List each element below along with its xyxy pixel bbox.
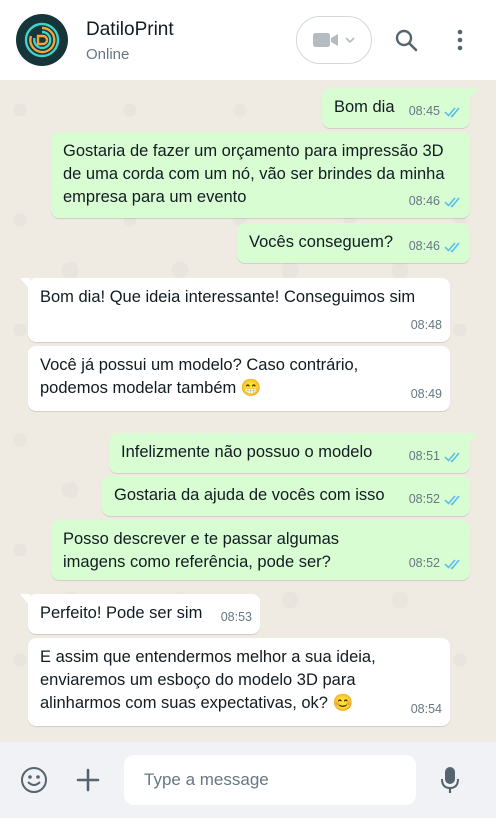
message-time: 08:54 bbox=[410, 702, 442, 716]
read-ticks-icon bbox=[444, 242, 460, 253]
message-time: 08:49 bbox=[410, 387, 442, 401]
video-call-button[interactable] bbox=[296, 16, 372, 64]
bubble-tail bbox=[20, 278, 30, 290]
plus-icon bbox=[76, 768, 100, 792]
fingerprint-logo-icon bbox=[24, 22, 60, 58]
read-ticks-icon bbox=[444, 452, 460, 463]
message-meta: 08:49 bbox=[411, 383, 442, 406]
message-bubble-incoming[interactable]: Bom dia! Que ideia interessante! Consegu… bbox=[20, 278, 450, 342]
message-meta: 08:53 bbox=[221, 606, 252, 629]
message-bubble-outgoing[interactable]: Gostaria da ajuda de vocês com isso 08:5… bbox=[102, 476, 470, 516]
message-time: 08:48 bbox=[410, 318, 442, 332]
read-ticks-icon bbox=[444, 495, 460, 506]
message-bubble-outgoing[interactable]: Infelizmente não possuo o modelo 08:51 bbox=[109, 433, 478, 473]
voice-message-button[interactable] bbox=[430, 760, 470, 800]
message-bubble-incoming[interactable]: Você já possui um modelo? Caso contrário… bbox=[28, 346, 450, 411]
search-icon bbox=[395, 29, 418, 52]
message-text: Bom dia! Que ideia interessante! Consegu… bbox=[40, 288, 416, 306]
contact-status: Online bbox=[86, 45, 130, 63]
message-bubble-outgoing[interactable]: Gostaria de fazer um orçamento para impr… bbox=[51, 132, 470, 218]
read-ticks-icon bbox=[444, 559, 460, 570]
message-time: 08:52 bbox=[408, 492, 440, 506]
bubble-tail bbox=[468, 88, 478, 100]
message-meta: 08:51 bbox=[409, 445, 462, 468]
message-list[interactable]: Bom dia 08:45 Gostaria de fazer um orçam… bbox=[0, 80, 496, 742]
video-camera-icon bbox=[313, 33, 338, 47]
message-text: Vocês conseguem? bbox=[249, 233, 394, 251]
contact-name: DatiloPrint bbox=[86, 18, 174, 40]
message-time: 08:53 bbox=[220, 610, 252, 624]
more-vertical-icon bbox=[457, 29, 463, 51]
microphone-icon bbox=[441, 767, 459, 793]
message-time: 08:52 bbox=[408, 556, 440, 570]
message-text: Infelizmente não possuo o modelo bbox=[121, 443, 373, 461]
message-time: 08:46 bbox=[408, 194, 440, 208]
message-bubble-outgoing[interactable]: Posso descrever e te passar algumas imag… bbox=[51, 520, 470, 580]
message-input[interactable] bbox=[124, 755, 416, 805]
message-text: Você já possui um modelo? Caso contrário… bbox=[40, 356, 359, 397]
message-bubble-incoming[interactable]: E assim que entendermos melhor a sua ide… bbox=[28, 638, 450, 726]
message-bubble-outgoing[interactable]: Bom dia 08:45 bbox=[322, 88, 478, 128]
attach-button[interactable] bbox=[68, 760, 108, 800]
message-meta: 08:46 bbox=[409, 190, 462, 213]
read-ticks-icon bbox=[444, 197, 460, 208]
message-meta: 08:52 bbox=[409, 552, 462, 575]
emoji-icon bbox=[21, 767, 47, 793]
menu-button[interactable] bbox=[440, 20, 480, 60]
message-bubble-outgoing[interactable]: Vocês conseguem? 08:46 bbox=[237, 223, 470, 263]
message-time: 08:46 bbox=[408, 239, 440, 253]
message-meta: 08:48 bbox=[411, 314, 442, 337]
message-text: Gostaria de fazer um orçamento para impr… bbox=[63, 142, 445, 206]
message-time: 08:45 bbox=[408, 104, 440, 118]
message-text: Perfeito! Pode ser sim bbox=[40, 604, 203, 622]
bubble-tail bbox=[468, 433, 478, 445]
message-bubble-incoming[interactable]: Perfeito! Pode ser sim 08:53 bbox=[20, 594, 260, 634]
chevron-down-icon bbox=[345, 37, 355, 44]
message-time: 08:51 bbox=[408, 449, 440, 463]
read-ticks-icon bbox=[444, 107, 460, 118]
message-meta: 08:45 bbox=[409, 100, 462, 123]
bubble-tail bbox=[20, 594, 30, 606]
chat-header: DatiloPrint Online bbox=[0, 0, 496, 80]
contact-info[interactable]: DatiloPrint Online bbox=[86, 18, 296, 63]
message-meta: 08:52 bbox=[409, 488, 462, 511]
search-button[interactable] bbox=[386, 20, 426, 60]
avatar[interactable] bbox=[16, 14, 68, 66]
message-text: Posso descrever e te passar algumas imag… bbox=[63, 530, 340, 571]
message-text: E assim que entendermos melhor a sua ide… bbox=[40, 648, 376, 712]
message-text: Gostaria da ajuda de vocês com isso bbox=[114, 486, 385, 504]
emoji-button[interactable] bbox=[14, 760, 54, 800]
message-meta: 08:46 bbox=[409, 235, 462, 258]
message-meta: 08:54 bbox=[411, 698, 442, 721]
message-text: Bom dia bbox=[334, 98, 395, 116]
compose-bar bbox=[0, 742, 496, 818]
